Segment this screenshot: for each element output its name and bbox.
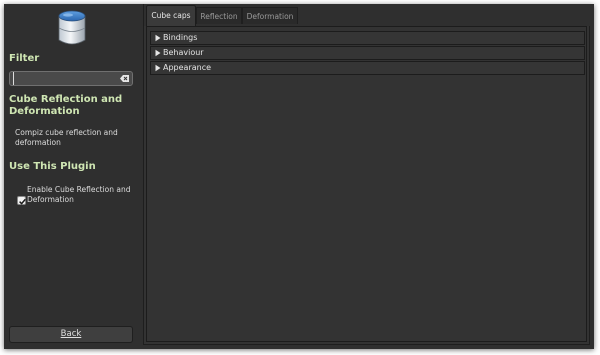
expander-bindings[interactable]: Bindings	[150, 31, 585, 45]
expander-behaviour[interactable]: Behaviour	[150, 46, 585, 60]
expander-arrow-icon	[155, 34, 161, 42]
enable-plugin-row[interactable]: Enable Cube Reflection and Deformation	[17, 185, 137, 219]
expander-label: Bindings	[163, 33, 198, 42]
expander-arrow-icon	[155, 64, 161, 72]
filter-heading: Filter	[9, 53, 40, 64]
expander-arrow-icon	[155, 49, 161, 57]
back-button[interactable]: Back	[9, 326, 133, 343]
use-plugin-heading: Use This Plugin	[9, 161, 96, 172]
back-button-label: Back	[60, 329, 82, 339]
sidebar: Filter Cube Reflection and Deformation C…	[4, 4, 142, 349]
tab-deformation[interactable]: Deformation	[242, 7, 298, 24]
expander-label: Appearance	[163, 63, 212, 72]
tab-reflection[interactable]: Reflection	[196, 7, 242, 24]
tab-strip: Reflection Deformation Cube caps	[144, 4, 591, 26]
checkmark-icon	[19, 198, 26, 205]
cube-plugin-icon	[58, 10, 86, 45]
filter-field[interactable]	[9, 71, 133, 86]
tab-content: Bindings Behaviour Appearance	[146, 26, 587, 342]
ccsm-window: Filter Cube Reflection and Deformation C…	[4, 4, 594, 349]
expander-appearance[interactable]: Appearance	[150, 61, 585, 75]
tab-cube-caps[interactable]: Cube caps	[146, 5, 196, 26]
filter-input[interactable]	[13, 72, 114, 85]
expander-label: Behaviour	[163, 48, 204, 57]
clear-field-icon[interactable]	[120, 74, 129, 83]
plugin-description: Compiz cube reflection and deformation	[15, 128, 118, 147]
enable-plugin-label: Enable Cube Reflection and Deformation	[27, 185, 131, 204]
settings-panel: Reflection Deformation Cube caps Binding…	[143, 4, 591, 345]
plugin-title: Cube Reflection and Deformation	[9, 94, 123, 117]
enable-plugin-checkbox[interactable]	[17, 196, 26, 205]
